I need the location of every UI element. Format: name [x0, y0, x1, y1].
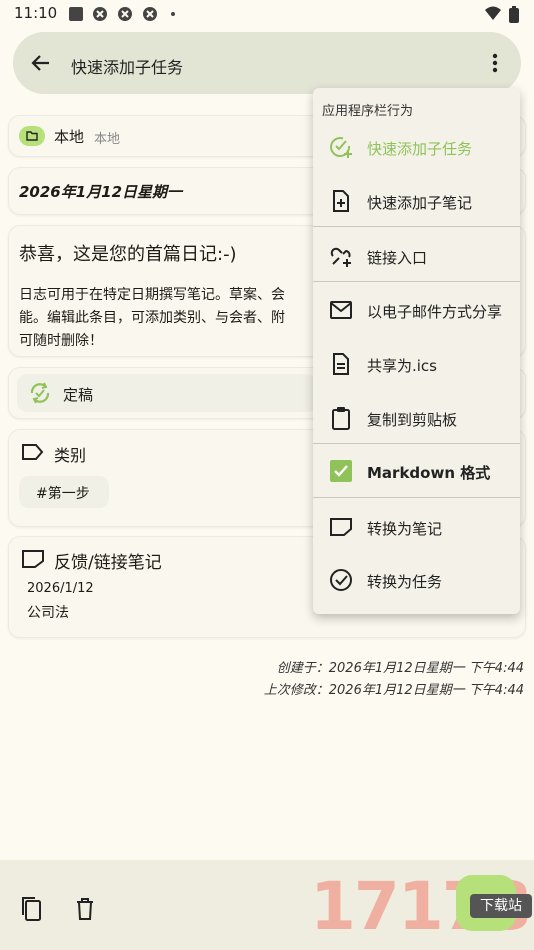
- top-app-bar: 快速添加子任务: [13, 32, 521, 94]
- label-icon: [22, 444, 44, 460]
- menu-item-label: 转换为任务: [367, 573, 443, 591]
- menu-divider: [313, 497, 520, 498]
- notification-square-icon: [69, 7, 83, 21]
- watermark-badge: 下载站: [470, 894, 532, 918]
- menu-item-link-entry[interactable]: 链接入口: [313, 229, 520, 283]
- menu-divider: [313, 281, 520, 282]
- app-notification-icon: [118, 7, 132, 21]
- status-label: 定稿: [63, 386, 94, 404]
- menu-item-label: 以电子邮件方式分享: [367, 303, 503, 321]
- page-title: 快速添加子任务: [71, 58, 184, 77]
- note-icon: [330, 518, 352, 536]
- feedback-text: 公司法: [27, 605, 69, 621]
- journal-title: 恭喜，这是您的首篇日记:-): [19, 244, 237, 265]
- menu-item-label: 复制到剪贴板: [367, 411, 458, 429]
- journal-body: 日志可用于在特定日期撰写笔记。草案、会 能。编辑此条目，可添加类别、与会者、附 …: [19, 284, 285, 353]
- menu-item-label: 快速添加子笔记: [367, 194, 473, 212]
- status-bar: 11:10: [0, 0, 534, 28]
- add-link-icon: [330, 247, 351, 267]
- category-chip-label: #第一步: [36, 486, 90, 502]
- checkbox-icon: [330, 460, 352, 482]
- back-arrow-icon[interactable]: [29, 51, 53, 75]
- overflow-menu: 应用程序栏行为 快速添加子任务 快速添加子笔记 链接入口 以电子邮件方式分享 共…: [313, 88, 520, 614]
- menu-item-label: 链接入口: [367, 249, 428, 267]
- menu-item-label: Markdown 格式: [367, 464, 491, 482]
- menu-item-copy-clipboard[interactable]: 复制到剪贴板: [313, 391, 520, 445]
- more-notifications-dot-icon: [171, 12, 175, 16]
- file-icon: [333, 353, 349, 375]
- journal-body-line: 日志可用于在特定日期撰写笔记。草案、会: [19, 287, 285, 303]
- app-notification-icon: [93, 7, 107, 21]
- add-task-icon: [330, 137, 352, 158]
- more-vert-icon[interactable]: [485, 51, 505, 75]
- menu-divider: [313, 226, 520, 227]
- menu-item-share-ics[interactable]: 共享为.ics: [313, 337, 520, 391]
- sync-icon: [30, 382, 50, 404]
- mail-icon: [330, 301, 352, 319]
- status-chip[interactable]: 定稿: [17, 374, 317, 412]
- journal-body-line: 可随时删除！: [19, 333, 103, 349]
- add-note-icon: [333, 190, 349, 212]
- category-chip[interactable]: #第一步: [19, 476, 109, 508]
- collection-sub: 本地: [94, 132, 121, 147]
- created-timestamp: 创建于：2026年1月12日星期一 下午4:44: [276, 661, 524, 676]
- menu-header: 应用程序栏行为: [322, 104, 414, 119]
- menu-item-convert-task[interactable]: 转换为任务: [313, 553, 520, 607]
- journal-body-line: 能。编辑此条目，可添加类别、与会者、附: [19, 310, 285, 326]
- menu-item-label: 快速添加子任务: [367, 140, 473, 158]
- menu-item-share-email[interactable]: 以电子邮件方式分享: [313, 283, 520, 337]
- menu-item-add-subnote[interactable]: 快速添加子笔记: [313, 174, 520, 228]
- modified-timestamp: 上次修改：2026年1月12日星期一 下午4:44: [263, 683, 524, 698]
- app-notification-icon: [143, 7, 157, 21]
- wifi-icon: [485, 6, 501, 20]
- menu-item-convert-note[interactable]: 转换为笔记: [313, 500, 520, 554]
- battery-icon: [509, 6, 519, 23]
- menu-item-markdown[interactable]: Markdown 格式: [313, 444, 520, 498]
- folder-icon: [19, 126, 45, 146]
- collection-name: 本地: [54, 128, 85, 146]
- feedback-title: 反馈/链接笔记: [54, 553, 162, 573]
- delete-icon[interactable]: [75, 897, 95, 921]
- menu-item-label: 共享为.ics: [367, 357, 437, 375]
- date-label: 2026年1月12日星期一: [19, 183, 183, 201]
- menu-item-label: 转换为笔记: [367, 520, 443, 538]
- task-icon: [330, 569, 352, 591]
- copy-icon[interactable]: [20, 896, 44, 922]
- status-time: 11:10: [14, 4, 58, 22]
- note-icon: [22, 550, 44, 568]
- menu-item-add-subtask[interactable]: 快速添加子任务: [313, 120, 520, 174]
- categories-title: 类别: [54, 446, 87, 465]
- clipboard-icon: [332, 407, 350, 430]
- feedback-date: 2026/1/12: [27, 581, 94, 596]
